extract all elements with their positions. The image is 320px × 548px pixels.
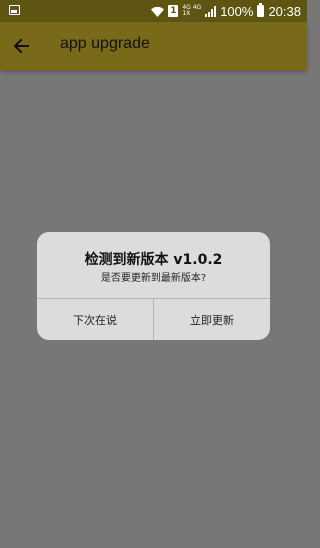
app-bar: app upgrade: [0, 22, 307, 70]
network-type-bottom: 1X: [182, 10, 191, 17]
arrow-left-icon[interactable]: [12, 36, 32, 56]
sim-icon: 1: [168, 5, 179, 17]
page-title: app upgrade: [60, 35, 150, 52]
later-button[interactable]: 下次在说: [37, 299, 153, 340]
dialog-title: 检测到新版本 v1.0.2: [84, 252, 223, 268]
upgrade-dialog: 检测到新版本 v1.0.2 是否要更新到最新版本? 下次在说 立即更新: [37, 232, 270, 340]
wifi-icon: [151, 6, 165, 17]
signal-icon: [205, 5, 217, 17]
image-icon: [9, 5, 20, 15]
network-type: 4G 4G 1X: [182, 5, 201, 17]
status-bar: 1 4G 4G 1X 100% 20:38: [0, 0, 307, 22]
dialog-message: 是否要更新到最新版本?: [100, 273, 207, 284]
status-icons: 1 4G 4G 1X 100% 20:38: [151, 3, 301, 19]
battery-icon: [257, 3, 265, 17]
update-now-button[interactable]: 立即更新: [154, 299, 270, 340]
battery-percent: 100%: [220, 3, 254, 19]
clock: 20:38: [268, 3, 301, 19]
